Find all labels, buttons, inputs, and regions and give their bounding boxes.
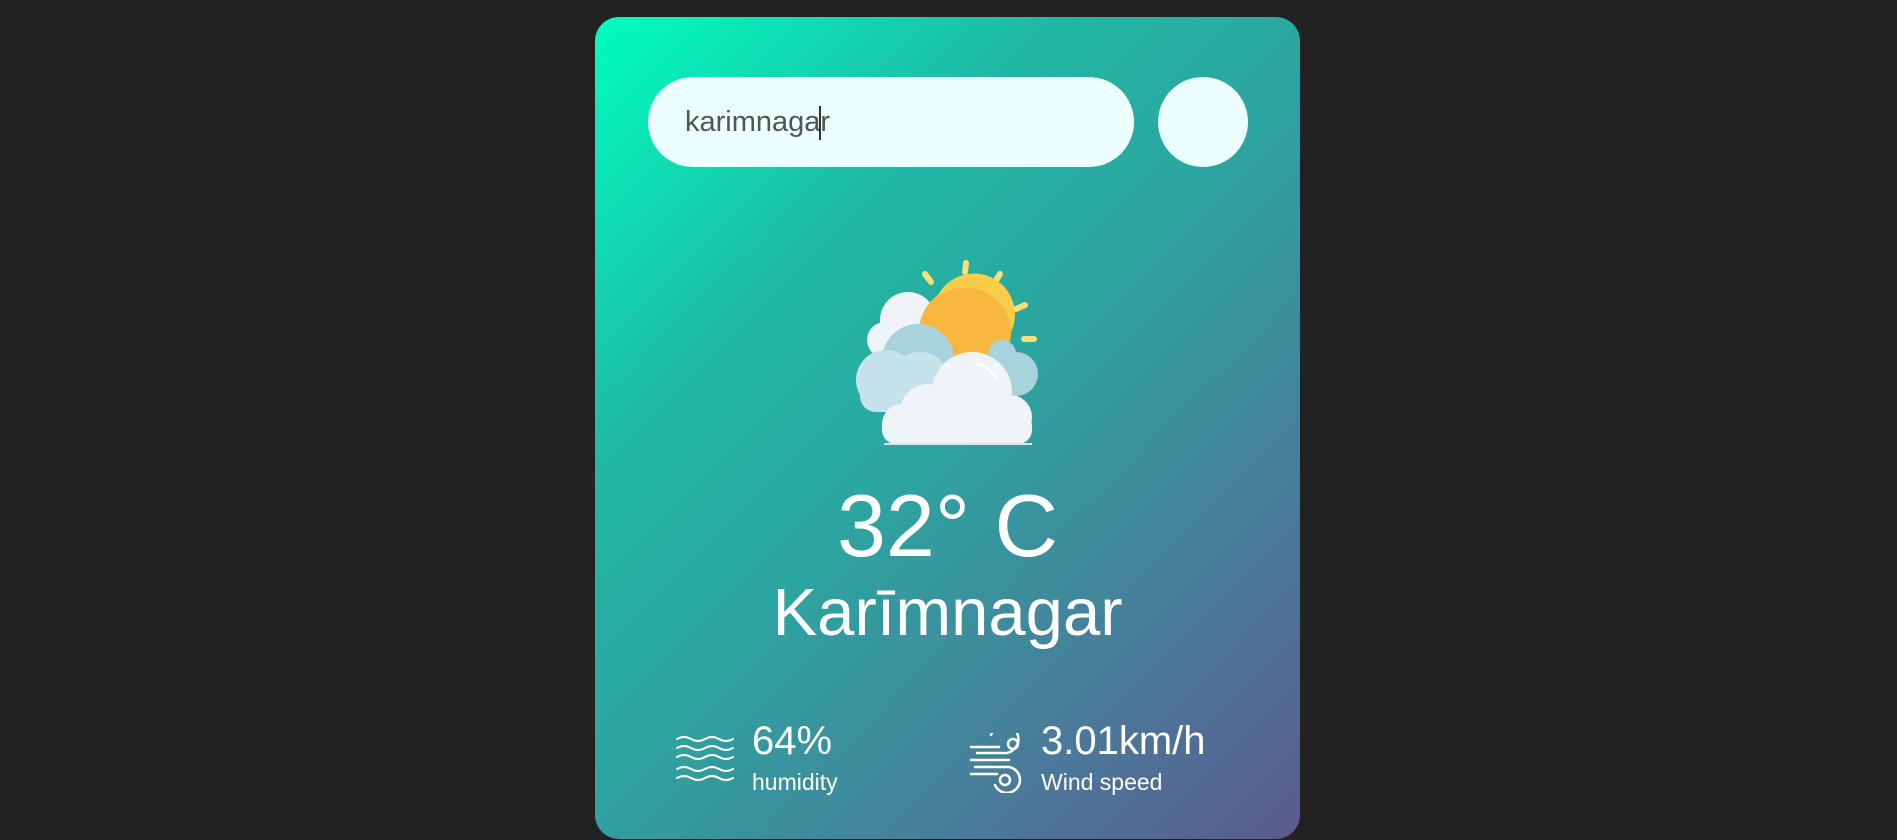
humidity-label: humidity: [752, 769, 838, 795]
weather-card: 32° C Karīmnagar 64% humidity: [595, 17, 1300, 839]
text-caret: [819, 106, 821, 140]
city-name: Karīmnagar: [772, 575, 1123, 650]
wind-speed-value: 3.01km/h: [1041, 719, 1206, 763]
humidity-value: 64%: [752, 719, 833, 763]
search-button[interactable]: [1158, 77, 1248, 167]
wind-icon: [969, 733, 1022, 793]
wind-speed-label: Wind speed: [1041, 769, 1163, 795]
city-search-input[interactable]: [648, 77, 1134, 167]
partly-cloudy-icon: [856, 260, 1038, 445]
temperature: 32° C: [836, 476, 1059, 575]
humidity-waves-icon: [676, 736, 734, 781]
